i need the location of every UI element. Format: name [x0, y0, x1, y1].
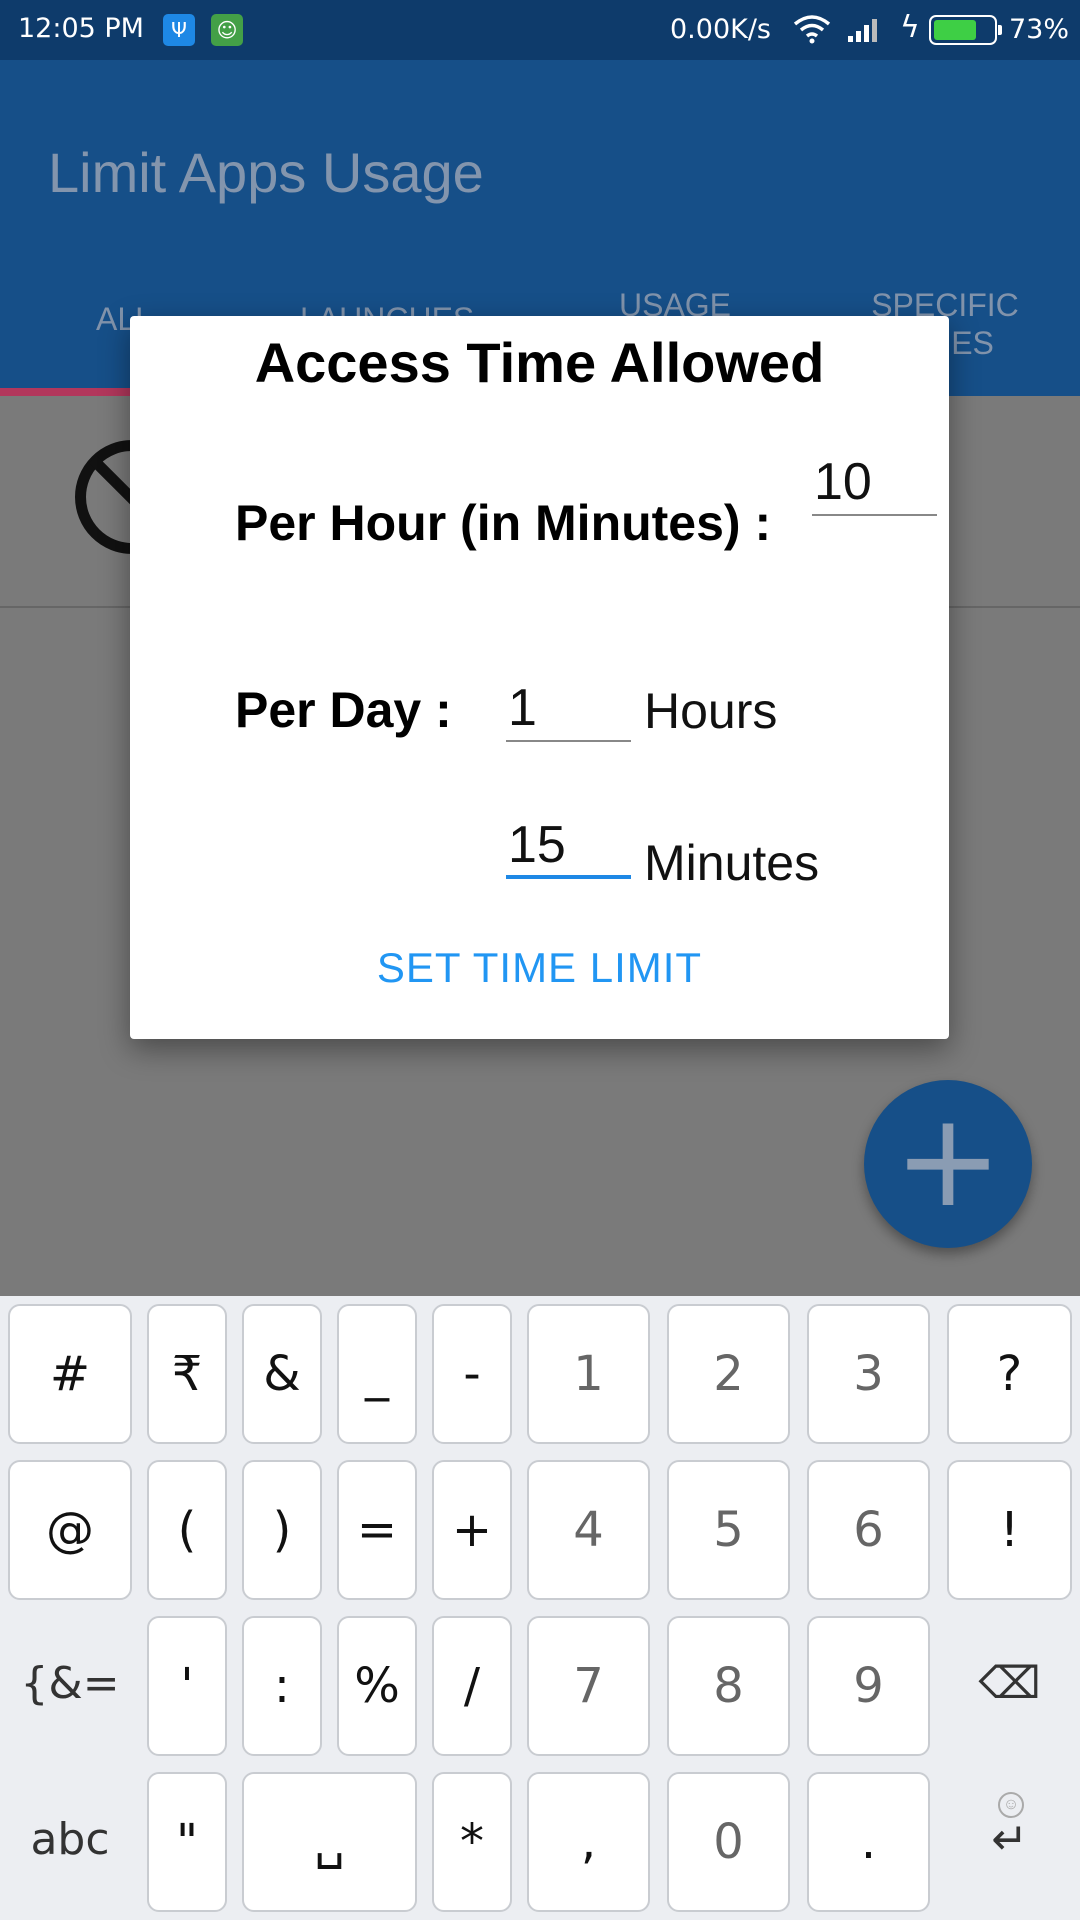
android-debug-icon: ☺	[211, 14, 243, 46]
key-at[interactable]: @	[8, 1460, 132, 1600]
key-equals[interactable]: =	[337, 1460, 417, 1600]
set-time-limit-button[interactable]: SET TIME LIMIT	[130, 944, 949, 992]
key-percent[interactable]: %	[337, 1616, 417, 1756]
key-5[interactable]: 5	[667, 1460, 790, 1600]
key-0[interactable]: 0	[667, 1772, 790, 1912]
enter-icon[interactable]: ↵	[947, 1772, 1072, 1912]
key-7[interactable]: 7	[527, 1616, 650, 1756]
wifi-icon	[793, 14, 831, 51]
charging-icon: ϟ	[900, 10, 920, 45]
key-quote[interactable]: "	[147, 1772, 227, 1912]
dialog-title: Access Time Allowed	[254, 331, 825, 394]
key-colon[interactable]: :	[242, 1616, 322, 1756]
minutes-unit-label: Minutes	[644, 835, 820, 891]
usb-icon: Ψ	[163, 14, 195, 46]
key-space[interactable]: ␣	[242, 1772, 417, 1912]
key-ampersand[interactable]: &	[242, 1304, 322, 1444]
key-8[interactable]: 8	[667, 1616, 790, 1756]
app-title: Limit Apps Usage	[48, 141, 484, 204]
key-period[interactable]: .	[807, 1772, 930, 1912]
key-question[interactable]: ?	[947, 1304, 1072, 1444]
signal-icon	[846, 14, 884, 51]
hours-unit-label: Hours	[644, 683, 778, 739]
status-time: 12:05 PM	[18, 13, 144, 44]
battery-icon	[929, 15, 1002, 45]
battery-level-fill	[934, 20, 977, 40]
battery-percent: 73%	[1009, 14, 1070, 45]
per-hour-label: Per Hour (in Minutes) :	[235, 495, 772, 551]
key-abc[interactable]: abc	[8, 1772, 132, 1912]
key-apostrophe[interactable]: '	[147, 1616, 227, 1756]
key-comma[interactable]: ,	[527, 1772, 650, 1912]
key-symbols-page[interactable]: {&=	[8, 1616, 132, 1756]
key-asterisk[interactable]: *	[432, 1772, 512, 1912]
key-6[interactable]: 6	[807, 1460, 930, 1600]
key-3[interactable]: 3	[807, 1304, 930, 1444]
key-hash[interactable]: #	[8, 1304, 132, 1444]
access-time-dialog: Access Time Allowed Per Hour (in Minutes…	[130, 316, 949, 1039]
key-close-paren[interactable]: )	[242, 1460, 322, 1600]
backspace-icon[interactable]: ⌫	[947, 1616, 1072, 1756]
key-exclamation[interactable]: !	[947, 1460, 1072, 1600]
per-hour-input[interactable]: 10	[812, 452, 937, 516]
status-bar: 12:05 PM Ψ ☺ 0.00K/s ϟ 73%	[0, 0, 1080, 60]
key-underscore[interactable]: _	[337, 1304, 417, 1444]
key-1[interactable]: 1	[527, 1304, 650, 1444]
add-button[interactable]: +	[864, 1080, 1032, 1248]
key-rupee[interactable]: ₹	[147, 1304, 227, 1444]
key-minus[interactable]: -	[432, 1304, 512, 1444]
key-2[interactable]: 2	[667, 1304, 790, 1444]
network-speed: 0.00K/s	[670, 14, 771, 45]
per-day-minutes-input[interactable]: 15	[506, 815, 631, 879]
symbol-keyboard: ☺ # ₹ & _ -1 2 3? @() = +4 5 6! {&= ':%/7 8 9 ⌫ abc " ␣ *, 0.…	[0, 1296, 1080, 1920]
per-day-hours-input[interactable]: 1	[506, 678, 631, 742]
per-day-label: Per Day :	[235, 682, 452, 738]
key-4[interactable]: 4	[527, 1460, 650, 1600]
key-9[interactable]: 9	[807, 1616, 930, 1756]
key-slash[interactable]: /	[432, 1616, 512, 1756]
key-plus[interactable]: +	[432, 1460, 512, 1600]
key-open-paren[interactable]: (	[147, 1460, 227, 1600]
